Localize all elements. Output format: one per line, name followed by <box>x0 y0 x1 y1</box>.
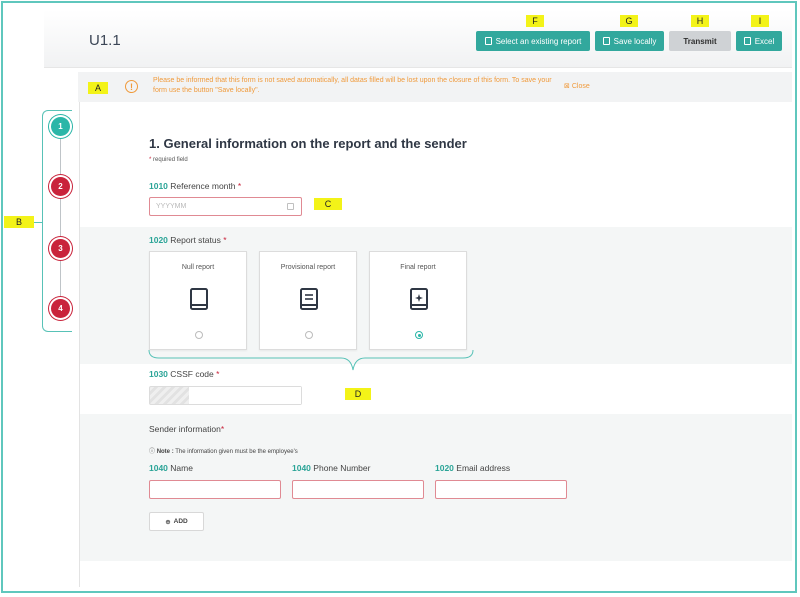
bracket-pointer <box>33 222 42 223</box>
notice-close-label: Close <box>571 83 590 90</box>
required-note-text: required field <box>153 157 188 163</box>
excel-button[interactable]: Excel <box>736 31 782 51</box>
calendar-icon[interactable] <box>287 203 294 210</box>
step-1[interactable]: 1 <box>51 117 70 136</box>
sender-note-text: The information given must be the employ… <box>175 449 298 455</box>
sender-phone-label: 1040 Phone Number <box>292 463 370 473</box>
sender-name-label: 1040 Name <box>149 463 193 473</box>
sender-name-input[interactable] <box>149 480 281 499</box>
report-option-radio-selected[interactable] <box>415 331 423 339</box>
step-connector <box>60 138 61 314</box>
report-option-label: Provisional report <box>280 264 336 271</box>
steps-divider <box>79 102 80 587</box>
sender-phone-text: Phone Number <box>313 463 371 473</box>
sender-email-text: Email address <box>456 463 511 473</box>
sender-info-star: * <box>220 424 225 434</box>
sender-email-label: 1020 Email address <box>435 463 510 473</box>
cssf-code-label: 1030 CSSF code * <box>149 369 219 379</box>
transmit-button[interactable]: Transmit <box>669 31 731 51</box>
reference-month-label: 1010 Reference month * <box>149 181 241 191</box>
sender-email-input[interactable] <box>435 480 567 499</box>
report-option-label: Null report <box>181 264 215 271</box>
cssf-code-text: CSSF code <box>170 369 214 379</box>
cssf-code-mask <box>189 387 301 404</box>
annotation-tag-a: A <box>88 82 108 94</box>
annotation-tag-f: F <box>526 15 544 27</box>
cssf-code-star: * <box>216 369 220 379</box>
notice-text: Please be informed that this form is not… <box>153 77 552 94</box>
reference-month-code: 1010 <box>149 181 168 191</box>
sender-phone-input[interactable] <box>292 480 424 499</box>
sparkle-book-icon <box>410 288 428 310</box>
sender-note: ⓘ Note : The information given must be t… <box>149 446 298 455</box>
required-star: * <box>149 157 152 163</box>
report-status-label: 1020 Report status * <box>149 235 227 245</box>
file-icon <box>484 37 492 45</box>
excel-file-icon <box>743 37 751 45</box>
unsaved-form-notice: ! Please be informed that this form is n… <box>78 72 792 102</box>
reference-month-placeholder: YYYYMM <box>156 203 187 210</box>
sender-email-code: 1020 <box>435 463 454 473</box>
step-3[interactable]: 3 <box>51 239 70 258</box>
annotation-tag-d: D <box>345 388 371 400</box>
required-field-note: * required field <box>149 157 188 163</box>
report-option-label: Final report <box>400 264 436 271</box>
transmit-label: Transmit <box>683 36 717 46</box>
report-option-null[interactable]: Null report <box>149 251 247 350</box>
sender-info-title: Sender information* <box>149 424 224 434</box>
select-existing-report-label: Select an existing report <box>495 36 582 46</box>
notice-close-button[interactable]: ⊠ Close <box>564 82 590 90</box>
sender-phone-code: 1040 <box>292 463 311 473</box>
info-icon: ⓘ <box>149 449 156 455</box>
annotation-tag-h: H <box>691 15 709 27</box>
reference-month-input[interactable]: YYYYMM <box>149 197 302 216</box>
save-locally-label: Save locally <box>613 36 657 46</box>
sender-note-prefix: Note : <box>156 449 174 455</box>
excel-label: Excel <box>754 36 775 46</box>
step-2[interactable]: 2 <box>51 177 70 196</box>
cssf-code-code: 1030 <box>149 369 168 379</box>
report-status-text: Report status <box>170 235 221 245</box>
form-title: U1.1 <box>89 32 121 49</box>
annotation-tag-b: B <box>4 216 34 228</box>
closed-book-icon <box>190 288 208 310</box>
add-sender-label: ADD <box>173 518 188 525</box>
section-title: 1. General information on the report and… <box>149 136 467 151</box>
floppy-disk-icon <box>602 37 610 45</box>
reference-month-text: Reference month <box>170 181 236 191</box>
step-4[interactable]: 4 <box>51 299 70 318</box>
report-status-star: * <box>223 235 227 245</box>
annotation-tag-i: I <box>751 15 769 27</box>
add-sender-button[interactable]: ⊕ ADD <box>149 512 204 531</box>
report-option-provisional[interactable]: Provisional report <box>259 251 357 350</box>
sender-info-text: Sender information <box>149 424 221 434</box>
sender-name-code: 1040 <box>149 463 168 473</box>
warning-icon: ! <box>125 80 138 93</box>
report-option-radio[interactable] <box>195 331 203 339</box>
lined-book-icon <box>300 288 318 310</box>
annotation-tag-g: G <box>620 15 638 27</box>
reference-month-star: * <box>237 181 242 191</box>
plus-circle-icon: ⊕ <box>165 518 171 526</box>
report-option-radio[interactable] <box>305 331 313 339</box>
close-icon: ⊠ <box>564 83 570 90</box>
sender-name-text: Name <box>170 463 193 473</box>
report-status-code: 1020 <box>149 235 168 245</box>
annotation-tag-c: C <box>314 198 342 210</box>
select-existing-report-button[interactable]: Select an existing report <box>476 31 590 51</box>
save-locally-button[interactable]: Save locally <box>595 31 664 51</box>
report-option-final[interactable]: Final report <box>369 251 467 350</box>
cssf-code-input[interactable] <box>149 386 302 405</box>
